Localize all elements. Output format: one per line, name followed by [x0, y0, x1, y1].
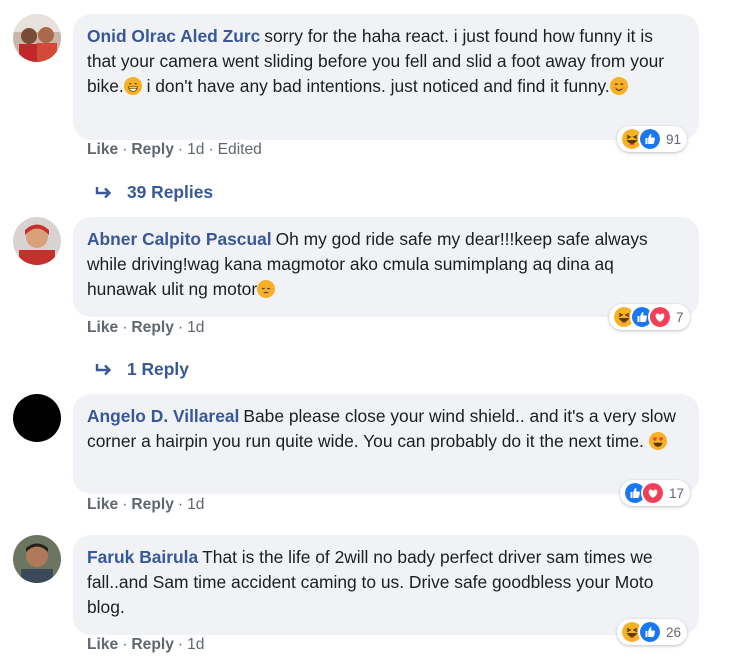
replies-count-label: 1 Reply	[127, 359, 189, 379]
reply-link[interactable]: Reply	[131, 636, 173, 653]
reaction-summary[interactable]: 26	[617, 619, 688, 645]
timestamp[interactable]: 1d	[187, 496, 204, 513]
separator: ·	[177, 636, 184, 653]
comment-bubble: Onid Olrac Aled Zurc sorry for the haha r…	[73, 14, 699, 140]
comment-bubble: Abner Calpito Pascual Oh my god ride safe…	[73, 217, 699, 317]
reaction-count: 91	[666, 131, 682, 147]
view-replies-link[interactable]: 1 Reply	[95, 359, 189, 380]
comment-author[interactable]: Faruk Bairula	[87, 547, 198, 567]
separator: ·	[177, 141, 184, 158]
like-reaction-icon	[638, 620, 662, 644]
reply-arrow-icon	[95, 363, 112, 375]
reaction-summary[interactable]: 91	[617, 126, 688, 152]
comment-actions: Like · Reply · 1d · Edited	[87, 141, 262, 159]
view-replies-link[interactable]: 39 Replies	[95, 182, 213, 203]
love-reaction-icon	[648, 305, 672, 329]
comment-actions: Like · Reply · 1d	[87, 636, 204, 654]
avatar[interactable]	[13, 14, 61, 62]
pensive-emoji-icon	[257, 280, 275, 298]
reaction-count: 7	[676, 309, 684, 325]
avatar[interactable]	[13, 217, 61, 265]
comment-bubble: Faruk Bairula That is the life of 2will n…	[73, 535, 699, 635]
like-reaction-icon	[638, 127, 662, 151]
love-reaction-icon	[641, 481, 665, 505]
comment-author[interactable]: Abner Calpito Pascual	[87, 229, 272, 249]
comment-actions: Like · Reply · 1d	[87, 319, 204, 337]
reaction-count: 17	[669, 485, 685, 501]
timestamp[interactable]: 1d	[187, 319, 204, 336]
reaction-count: 26	[666, 624, 682, 640]
like-link[interactable]: Like	[87, 141, 118, 158]
like-link[interactable]: Like	[87, 319, 118, 336]
reaction-summary[interactable]: 7	[609, 304, 690, 330]
reaction-summary[interactable]: 17	[620, 480, 691, 506]
reply-link[interactable]: Reply	[131, 141, 173, 158]
edited-label[interactable]: Edited	[218, 141, 262, 158]
separator: ·	[122, 319, 128, 336]
timestamp[interactable]: 1d	[187, 141, 204, 158]
like-link[interactable]: Like	[87, 636, 118, 653]
comment-actions: Like · Reply · 1d	[87, 496, 204, 514]
replies-count-label: 39 Replies	[127, 182, 214, 202]
comment-bubble: Angelo D. Villareal Babe please close you…	[73, 394, 699, 494]
grin-emoji-icon	[124, 77, 142, 95]
separator: ·	[122, 141, 128, 158]
timestamp[interactable]: 1d	[187, 636, 204, 653]
heart-eyes-emoji-icon	[649, 432, 667, 450]
reply-arrow-icon	[95, 186, 112, 198]
reply-link[interactable]: Reply	[131, 319, 173, 336]
comment-text-continued: i don't have any bad intentions. just no…	[141, 76, 610, 96]
separator: ·	[208, 141, 214, 158]
separator: ·	[122, 496, 128, 513]
avatar[interactable]	[13, 394, 61, 442]
comment-author[interactable]: Onid Olrac Aled Zurc	[87, 26, 260, 46]
separator: ·	[122, 636, 128, 653]
separator: ·	[177, 496, 184, 513]
avatar[interactable]	[13, 535, 61, 583]
like-link[interactable]: Like	[87, 496, 118, 513]
separator: ·	[177, 319, 184, 336]
blush-emoji-icon	[610, 77, 628, 95]
reply-link[interactable]: Reply	[131, 496, 173, 513]
comment-author[interactable]: Angelo D. Villareal	[87, 406, 239, 426]
